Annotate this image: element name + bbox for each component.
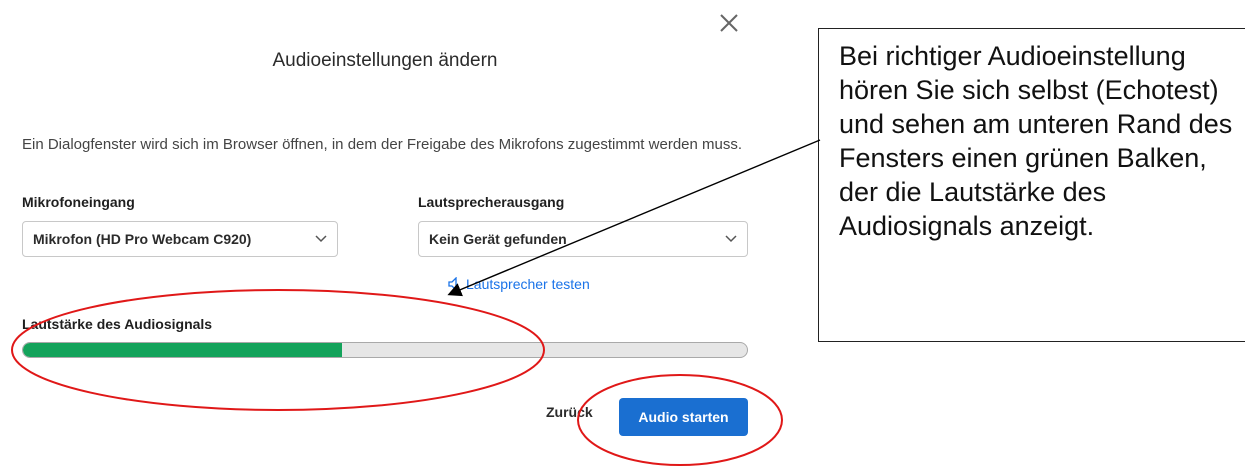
test-speaker-link[interactable]: Lautsprecher testen — [448, 276, 590, 292]
info-text: Ein Dialogfenster wird sich im Browser ö… — [22, 136, 743, 153]
chevron-down-icon — [725, 235, 737, 243]
test-speaker-label: Lautsprecher testen — [466, 276, 590, 292]
chevron-down-icon — [315, 235, 327, 243]
speaker-select[interactable]: Kein Gerät gefunden — [418, 221, 748, 257]
annotation-callout: Bei richtiger Audioeinstellung hören Sie… — [818, 28, 1245, 342]
start-audio-button[interactable]: Audio starten — [619, 398, 748, 436]
speaker-select-value: Kein Gerät gefunden — [429, 231, 567, 247]
microphone-label: Mikrofoneingang — [22, 194, 135, 210]
speaker-icon — [448, 277, 457, 291]
dialog-title: Audioeinstellungen ändern — [272, 50, 498, 71]
audio-level-fill — [23, 343, 342, 357]
audio-level-label: Lautstärke des Audiosignals — [22, 316, 213, 332]
audio-level-bar — [22, 342, 748, 358]
annotation-arrow — [447, 139, 821, 297]
microphone-select-value: Mikrofon (HD Pro Webcam C920) — [33, 231, 252, 247]
back-button[interactable]: Zurück — [546, 404, 593, 420]
speaker-label: Lautsprecherausgang — [418, 194, 565, 210]
microphone-select[interactable]: Mikrofon (HD Pro Webcam C920) — [22, 221, 338, 257]
close-icon[interactable] — [716, 10, 742, 36]
